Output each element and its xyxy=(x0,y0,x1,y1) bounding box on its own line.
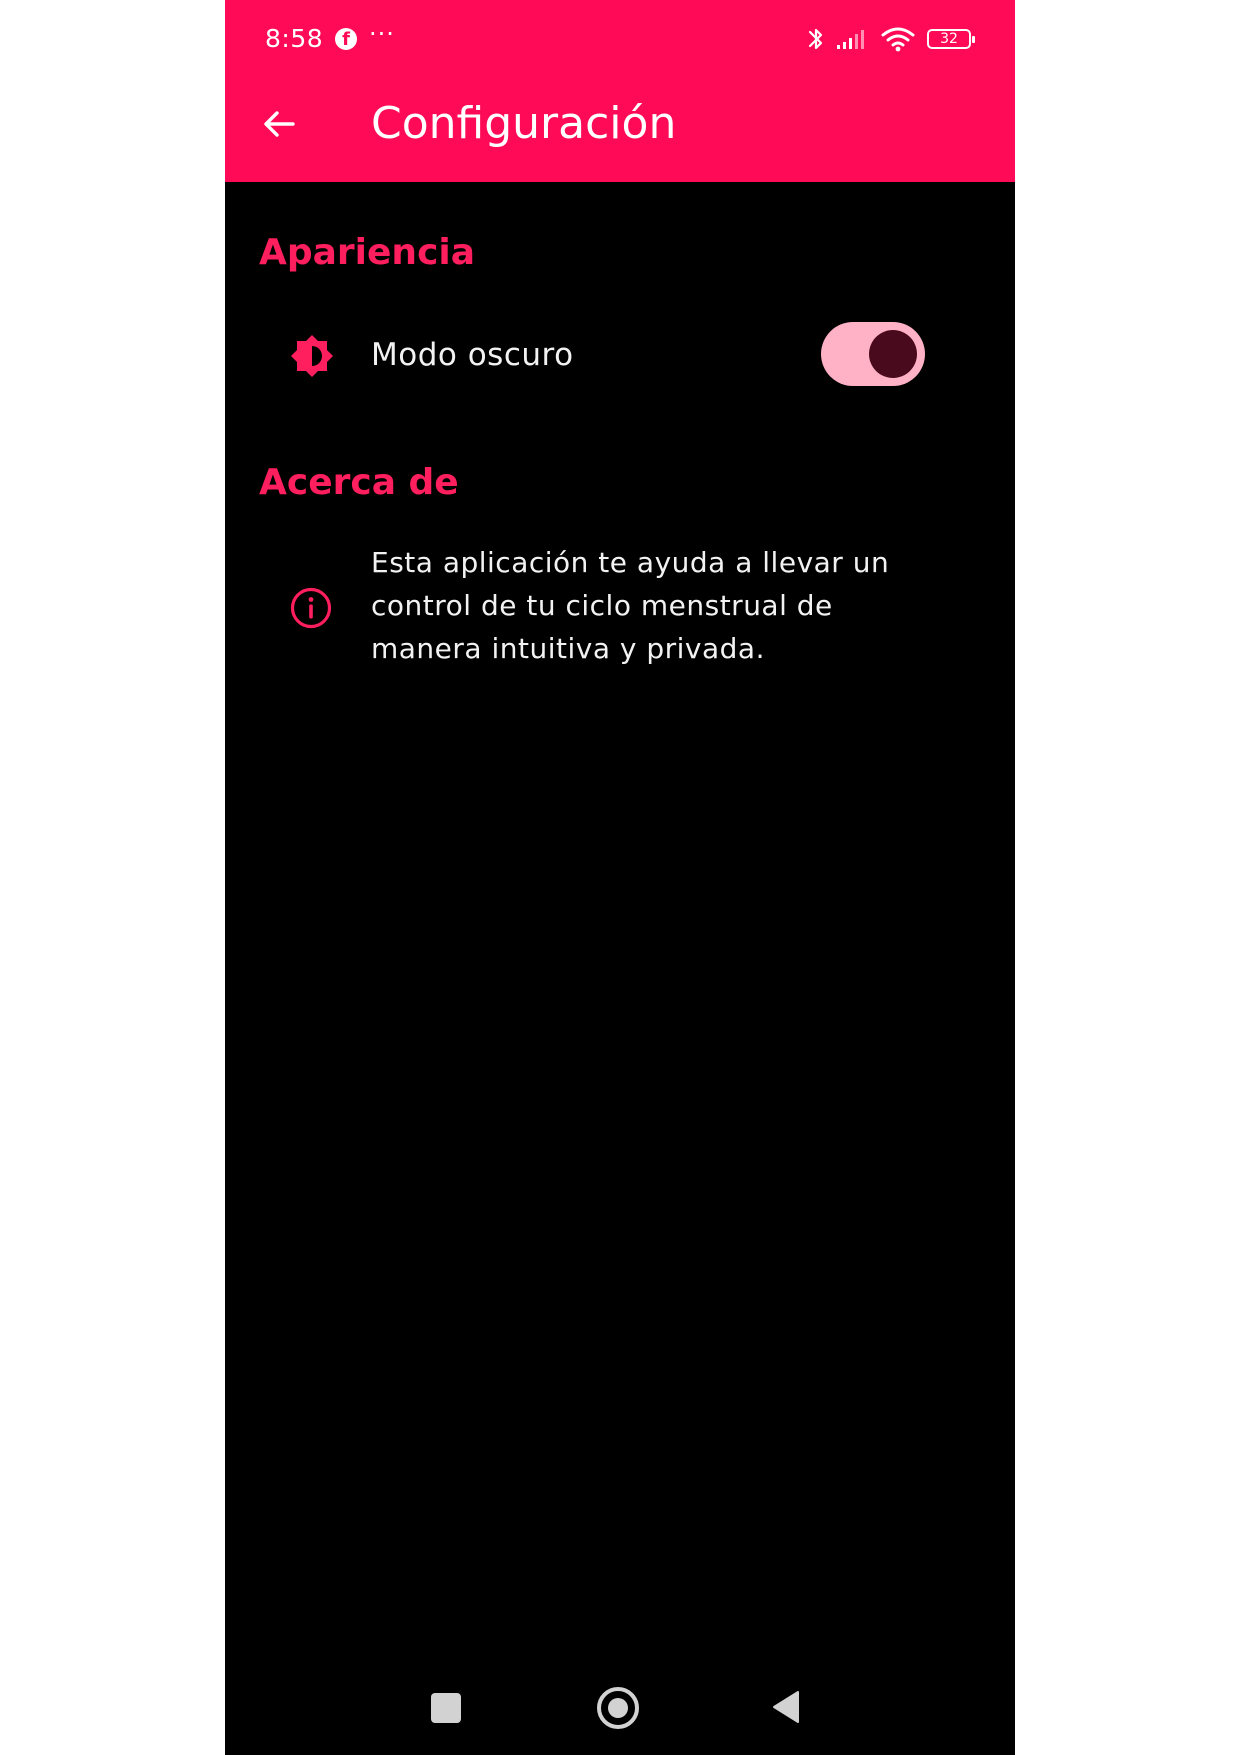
facebook-icon: f xyxy=(335,28,357,50)
brightness-icon xyxy=(291,335,333,377)
home-button[interactable] xyxy=(597,1687,639,1729)
more-notifications-indicator: ··· xyxy=(369,20,395,48)
bluetooth-icon xyxy=(808,28,823,50)
status-icons: 32 xyxy=(807,24,975,54)
dark-mode-toggle[interactable] xyxy=(821,322,925,386)
status-time: 8:58 xyxy=(265,24,324,53)
section-header-about: Acerca de xyxy=(259,462,459,503)
nav-back-button[interactable] xyxy=(771,1690,801,1724)
page-title: Configuración xyxy=(371,98,677,149)
section-header-appearance: Apariencia xyxy=(259,232,476,273)
battery-icon: 32 xyxy=(927,29,975,49)
battery-level: 32 xyxy=(940,31,958,47)
wifi-icon xyxy=(881,27,915,52)
app-bar: 8:58 f ··· 32 Configuración xyxy=(225,0,1015,182)
toggle-thumb xyxy=(869,330,917,378)
info-icon xyxy=(290,587,332,629)
arrow-left-icon[interactable] xyxy=(259,104,299,144)
recent-apps-button[interactable] xyxy=(431,1693,461,1723)
dark-mode-label: Modo oscuro xyxy=(371,337,574,373)
phone-screen: 8:58 f ··· 32 Configuración Apariencia M… xyxy=(225,0,1015,1755)
about-description: Esta aplicación te ayuda a llevar un con… xyxy=(371,546,890,665)
signal-icon xyxy=(837,30,864,49)
